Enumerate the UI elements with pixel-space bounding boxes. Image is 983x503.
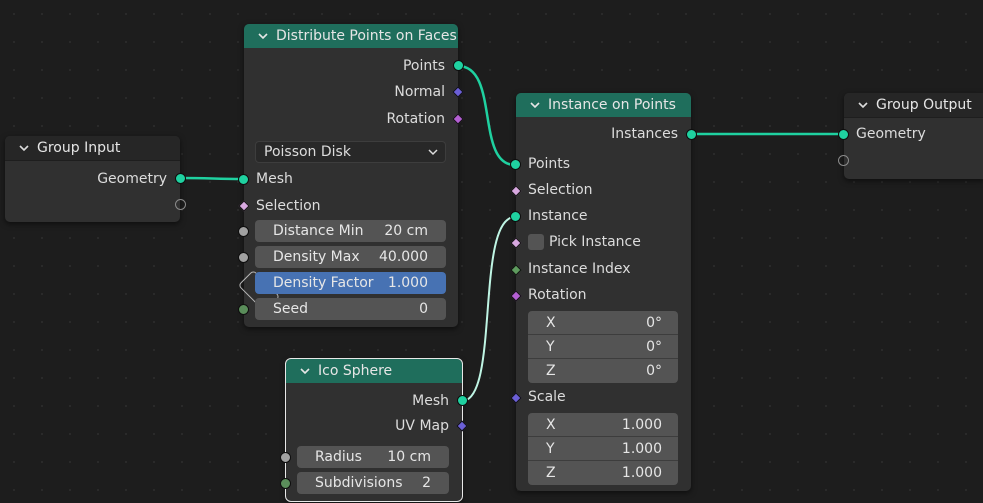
distribute-points-node[interactable]: Distribute Points on Faces Points Normal… <box>237 24 464 327</box>
rotation-x-field[interactable]: X 0° <box>528 311 678 335</box>
link-geometry-to-mesh <box>179 176 244 181</box>
points-output-label: Points <box>402 58 445 74</box>
seed-label: Seed <box>273 301 308 317</box>
radius-label: Radius <box>315 449 362 465</box>
instance-input-socket[interactable] <box>510 211 521 222</box>
instance-on-points-title: Instance on Points <box>548 97 676 113</box>
scale-label: Scale <box>528 389 566 405</box>
density-max-socket[interactable] <box>238 252 249 263</box>
scale-x-field[interactable]: X 1.000 <box>528 413 678 437</box>
uv-map-output-label: UV Map <box>395 418 449 434</box>
group-output-empty-socket[interactable] <box>838 155 849 166</box>
group-input-node[interactable]: Group Input Geometry <box>5 136 186 222</box>
ico-sphere-node[interactable]: Ico Sphere Mesh UV Map Radius 10 cm Subd… <box>280 358 468 502</box>
group-output-header[interactable]: Group Output <box>844 93 983 118</box>
axis-label: Z <box>546 363 556 379</box>
instance-on-points-header[interactable]: Instance on Points <box>516 93 691 117</box>
group-output-title: Group Output <box>876 97 972 113</box>
instances-output-socket[interactable] <box>686 129 697 140</box>
chevron-down-icon[interactable] <box>17 141 31 155</box>
subdivisions-socket[interactable] <box>280 478 291 489</box>
subdivisions-field[interactable]: Subdivisions 2 <box>297 472 449 494</box>
axis-label: Z <box>546 465 556 481</box>
rotation-y-field[interactable]: Y 0° <box>528 335 678 359</box>
density-max-label: Density Max <box>273 249 360 265</box>
subdivisions-value: 2 <box>422 475 431 491</box>
ico-mesh-output-label: Mesh <box>412 393 449 409</box>
chevron-down-icon <box>428 149 438 156</box>
radius-field[interactable]: Radius 10 cm <box>297 446 449 468</box>
distance-min-value: 20 cm <box>384 223 428 239</box>
axis-value: 1.000 <box>621 465 662 481</box>
scale-z-field[interactable]: Z 1.000 <box>528 461 678 485</box>
seed-socket[interactable] <box>238 304 249 315</box>
seed-field[interactable]: Seed 0 <box>255 298 446 320</box>
axis-value: 1.000 <box>621 416 662 433</box>
chevron-down-icon[interactable] <box>856 98 870 112</box>
density-max-value: 40.000 <box>379 249 428 265</box>
points-input-label: Points <box>528 156 571 172</box>
group-output-node[interactable]: Group Output Geometry <box>838 93 983 179</box>
axis-label: Y <box>546 440 555 457</box>
rotation-vector-fields: X 0° Y 0° Z 0° <box>528 311 678 383</box>
seed-value: 0 <box>419 301 428 317</box>
link-points-to-points <box>457 64 516 167</box>
scale-vector-fields: X 1.000 Y 1.000 Z 1.000 <box>528 413 678 485</box>
axis-value: 0° <box>646 363 662 379</box>
axis-label: X <box>546 314 556 331</box>
ico-sphere-title: Ico Sphere <box>318 363 393 379</box>
subdivisions-label: Subdivisions <box>315 475 403 491</box>
distribute-points-header[interactable]: Distribute Points on Faces <box>244 24 458 48</box>
distribute-method-value: Poisson Disk <box>264 144 351 160</box>
instance-index-label: Instance Index <box>528 261 631 277</box>
points-output-socket[interactable] <box>453 60 464 71</box>
axis-value: 0° <box>646 314 662 331</box>
density-factor-label: Density Factor <box>273 275 374 291</box>
distance-min-field[interactable]: Distance Min 20 cm <box>255 220 446 242</box>
group-input-empty-socket[interactable] <box>175 199 186 210</box>
group-output-geometry-socket[interactable] <box>838 129 849 140</box>
mesh-input-socket[interactable] <box>238 174 249 185</box>
chevron-down-icon[interactable] <box>256 29 270 43</box>
pick-instance-label: Pick Instance <box>549 234 641 250</box>
axis-value: 1.000 <box>621 440 662 457</box>
distribute-points-title: Distribute Points on Faces <box>276 28 457 44</box>
group-input-title: Group Input <box>37 140 121 156</box>
distance-min-label: Distance Min <box>273 223 364 239</box>
instances-output-label: Instances <box>611 126 678 142</box>
mesh-input-label: Mesh <box>256 171 293 187</box>
node-links <box>179 64 843 402</box>
group-input-header[interactable]: Group Input <box>5 136 180 161</box>
instance-input-label: Instance <box>528 208 588 224</box>
rotation-z-field[interactable]: Z 0° <box>528 359 678 383</box>
ip-selection-label: Selection <box>528 182 593 198</box>
axis-label: Y <box>546 338 555 355</box>
density-max-field[interactable]: Density Max 40.000 <box>255 246 446 268</box>
points-input-socket[interactable] <box>510 159 521 170</box>
distance-min-socket[interactable] <box>238 226 249 237</box>
axis-value: 0° <box>646 338 662 355</box>
axis-label: X <box>546 416 556 433</box>
chevron-down-icon[interactable] <box>298 364 312 378</box>
link-mesh-to-instance <box>461 216 516 402</box>
ip-rotation-label: Rotation <box>528 287 587 303</box>
group-input-geometry-socket[interactable] <box>175 173 186 184</box>
density-factor-value: 1.000 <box>387 275 428 291</box>
group-input-geometry-label: Geometry <box>97 171 167 187</box>
instance-on-points-node[interactable]: Instance on Points Instances Points Sele… <box>510 93 697 491</box>
normal-output-label: Normal <box>394 84 445 100</box>
chevron-down-icon[interactable] <box>528 98 542 112</box>
scale-y-field[interactable]: Y 1.000 <box>528 437 678 461</box>
radius-socket[interactable] <box>280 452 291 463</box>
pick-instance-checkbox[interactable] <box>528 234 544 250</box>
selection-input-label: Selection <box>256 198 321 214</box>
density-factor-field[interactable]: Density Factor 1.000 <box>255 272 446 294</box>
group-output-geometry-label: Geometry <box>856 126 926 142</box>
distribute-method-dropdown[interactable]: Poisson Disk <box>255 141 446 163</box>
radius-value: 10 cm <box>387 449 431 465</box>
rotation-output-label: Rotation <box>386 111 445 127</box>
ico-sphere-header[interactable]: Ico Sphere <box>286 359 462 383</box>
ico-mesh-output-socket[interactable] <box>457 395 468 406</box>
